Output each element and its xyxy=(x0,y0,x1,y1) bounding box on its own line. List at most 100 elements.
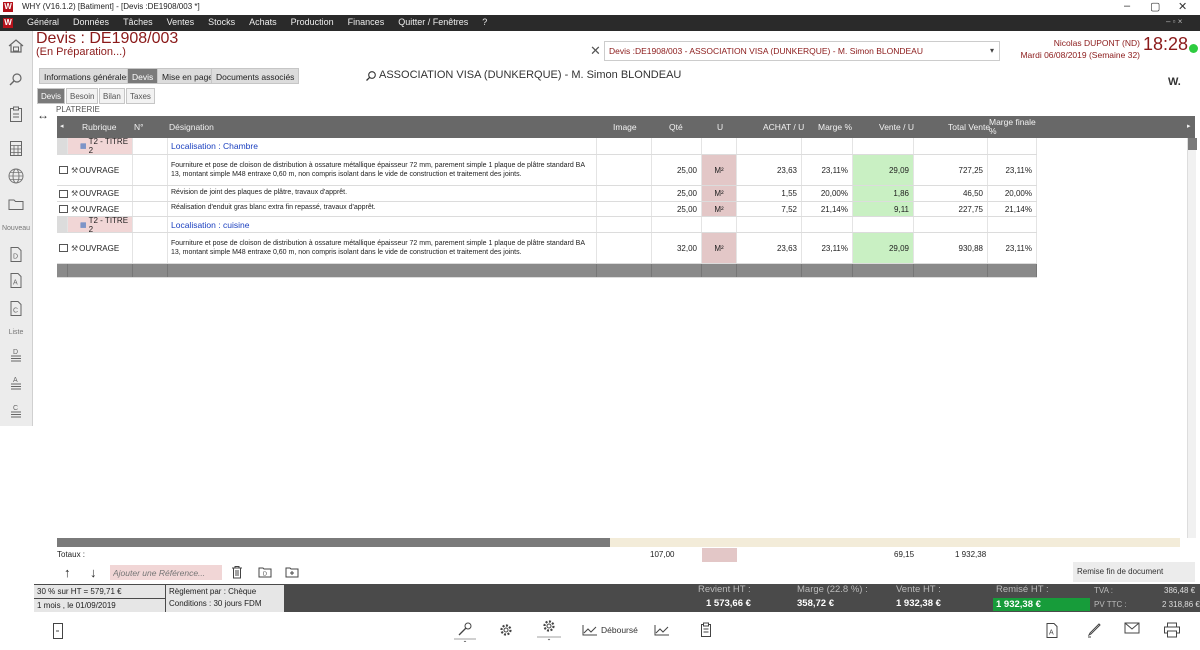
col-marge-finale[interactable]: Marge finale % xyxy=(989,118,1037,140)
col-image[interactable]: Image xyxy=(613,116,637,138)
designation-cell[interactable]: Révision de joint des plaques de plâtre,… xyxy=(168,186,597,201)
tab-documents-associes[interactable]: Documents associés xyxy=(211,68,300,84)
maximize-button[interactable]: ▢ xyxy=(1150,0,1160,13)
horizontal-scroll-track[interactable] xyxy=(610,538,1180,547)
insert-folder-button[interactable]: D xyxy=(258,566,272,581)
menu-achats[interactable]: Achats xyxy=(242,17,284,27)
row-handle[interactable] xyxy=(57,217,68,232)
achat-cell[interactable]: 23,63 xyxy=(737,233,802,263)
avoir-document-button[interactable]: A xyxy=(1045,622,1059,639)
folder-button[interactable] xyxy=(5,193,27,215)
remise-fin-document-button[interactable]: Remise fin de document xyxy=(1073,562,1195,582)
total-cell[interactable] xyxy=(914,264,988,277)
qte-cell[interactable]: 25,00 xyxy=(652,186,702,201)
document-button[interactable] xyxy=(5,103,27,125)
tools-button[interactable] xyxy=(452,620,478,642)
num-cell[interactable] xyxy=(133,264,168,277)
new-row[interactable] xyxy=(57,264,1037,278)
col-vente[interactable]: Vente / U xyxy=(879,116,914,138)
designation-cell[interactable]: Localisation : cuisine xyxy=(168,217,597,232)
tab-mise-en-page[interactable]: Mise en page xyxy=(157,68,219,84)
tab-informations-generales[interactable]: Informations générales xyxy=(39,68,136,84)
menu-ventes[interactable]: Ventes xyxy=(160,17,202,27)
designation-cell[interactable]: Localisation : Chambre xyxy=(168,138,597,154)
qte-cell[interactable]: 25,00 xyxy=(652,202,702,216)
menu-donnees[interactable]: Données xyxy=(66,17,116,27)
row-checkbox[interactable] xyxy=(59,205,68,213)
vente-cell[interactable]: 1,86 xyxy=(853,186,914,201)
inner-window-controls[interactable]: – ▫ × xyxy=(1166,17,1182,26)
table-row-ouvrage[interactable]: ⚒ OUVRAGE Révision de joint des plaques d… xyxy=(57,186,1037,202)
vente-cell[interactable]: 29,09 xyxy=(853,155,914,185)
close-window-button[interactable]: ✕ xyxy=(1178,0,1187,13)
expand-arrows-icon[interactable]: ↔ xyxy=(37,108,49,122)
exit-document-button[interactable] xyxy=(52,622,64,640)
vente-cell[interactable]: 29,09 xyxy=(853,233,914,263)
tab-devis[interactable]: Devis xyxy=(127,68,159,84)
marge-finale-cell[interactable] xyxy=(988,264,1037,277)
marge-cell[interactable]: 23,11% xyxy=(802,155,853,185)
statistics-button[interactable] xyxy=(654,624,670,636)
client-search-icon[interactable] xyxy=(365,70,377,85)
subtab-taxes[interactable]: Taxes xyxy=(126,88,155,104)
list-avoir-button[interactable]: A xyxy=(5,371,27,393)
subtab-bilan[interactable]: Bilan xyxy=(99,88,125,104)
marge-cell[interactable] xyxy=(802,264,853,277)
print-button[interactable] xyxy=(1163,622,1181,638)
menu-stocks[interactable]: Stocks xyxy=(201,17,242,27)
menu-quitter-fenetres[interactable]: Quitter / Fenêtres xyxy=(391,17,475,27)
col-designation[interactable]: Désignation xyxy=(169,116,214,138)
document-select[interactable]: Devis :DE1908/003 - ASSOCIATION VISA (DU… xyxy=(604,41,1000,61)
vente-cell[interactable] xyxy=(853,264,914,277)
col-marge[interactable]: Marge % xyxy=(818,116,852,138)
col-total[interactable]: Total Vente xyxy=(948,116,990,138)
achat-cell[interactable]: 7,52 xyxy=(737,202,802,216)
subtab-devis[interactable]: Devis xyxy=(37,88,66,104)
designation-cell[interactable]: Réalisation d'enduit gras blanc extra fi… xyxy=(168,202,597,216)
unit-cell[interactable]: M² xyxy=(702,155,737,185)
list-commande-button[interactable]: C xyxy=(5,399,27,421)
qte-cell[interactable]: 32,00 xyxy=(652,233,702,263)
unit-cell[interactable] xyxy=(702,264,737,277)
col-unit[interactable]: U xyxy=(717,116,723,138)
email-button[interactable] xyxy=(1124,622,1140,634)
achat-cell[interactable]: 23,63 xyxy=(737,155,802,185)
table-row-ouvrage[interactable]: ⚒ OUVRAGE Fourniture et pose de cloison d… xyxy=(57,155,1037,186)
table-row-ouvrage[interactable]: ⚒ OUVRAGE Fourniture et pose de cloison d… xyxy=(57,233,1037,264)
designation-cell[interactable]: Fourniture et pose de cloison de distrib… xyxy=(168,233,597,263)
menu-help[interactable]: ? xyxy=(475,17,494,27)
home-button[interactable] xyxy=(5,35,27,57)
delete-button[interactable] xyxy=(231,565,243,582)
achat-cell[interactable] xyxy=(737,264,802,277)
row-checkbox[interactable] xyxy=(59,166,68,174)
subtab-besoin[interactable]: Besoin xyxy=(66,88,99,104)
designation-cell[interactable]: Fourniture et pose de cloison de distrib… xyxy=(168,155,597,185)
add-reference-input[interactable] xyxy=(110,565,222,580)
search-button[interactable] xyxy=(5,69,27,91)
col-qte[interactable]: Qté xyxy=(669,116,683,138)
marge-cell[interactable]: 20,00% xyxy=(802,186,853,201)
row-checkbox[interactable] xyxy=(59,189,68,198)
unit-cell[interactable]: M² xyxy=(702,233,737,263)
table-row-titre[interactable]: ▦ T2 - TITRE 2 Localisation : cuisine xyxy=(57,216,1037,234)
table-row-ouvrage[interactable]: ⚒ OUVRAGE Réalisation d'enduit gras blanc… xyxy=(57,202,1037,217)
marge-cell[interactable]: 21,14% xyxy=(802,202,853,216)
web-button[interactable] xyxy=(5,165,27,187)
rubrique-cell[interactable] xyxy=(68,264,133,277)
link-button[interactable] xyxy=(1086,622,1102,638)
menu-finances[interactable]: Finances xyxy=(341,17,392,27)
qte-cell[interactable]: 25,00 xyxy=(652,155,702,185)
calculator-button[interactable] xyxy=(5,137,27,159)
debourse-button[interactable]: Déboursé xyxy=(582,624,638,636)
qte-cell[interactable] xyxy=(652,264,702,277)
col-rubrique[interactable]: Rubrique xyxy=(82,116,117,138)
move-up-icon[interactable]: ↑ xyxy=(64,565,71,580)
reglement-box[interactable]: Règlement par : Chèque Conditions : 30 j… xyxy=(166,585,284,612)
app-menu-icon[interactable]: W xyxy=(3,18,13,28)
move-down-icon[interactable]: ↓ xyxy=(90,565,97,580)
horizontal-scrollbar[interactable] xyxy=(57,538,1180,547)
col-achat[interactable]: ACHAT / U xyxy=(763,116,804,138)
col-num[interactable]: N° xyxy=(134,116,144,138)
minimize-button[interactable]: – xyxy=(1124,0,1130,12)
vente-cell[interactable]: 9,11 xyxy=(853,202,914,216)
